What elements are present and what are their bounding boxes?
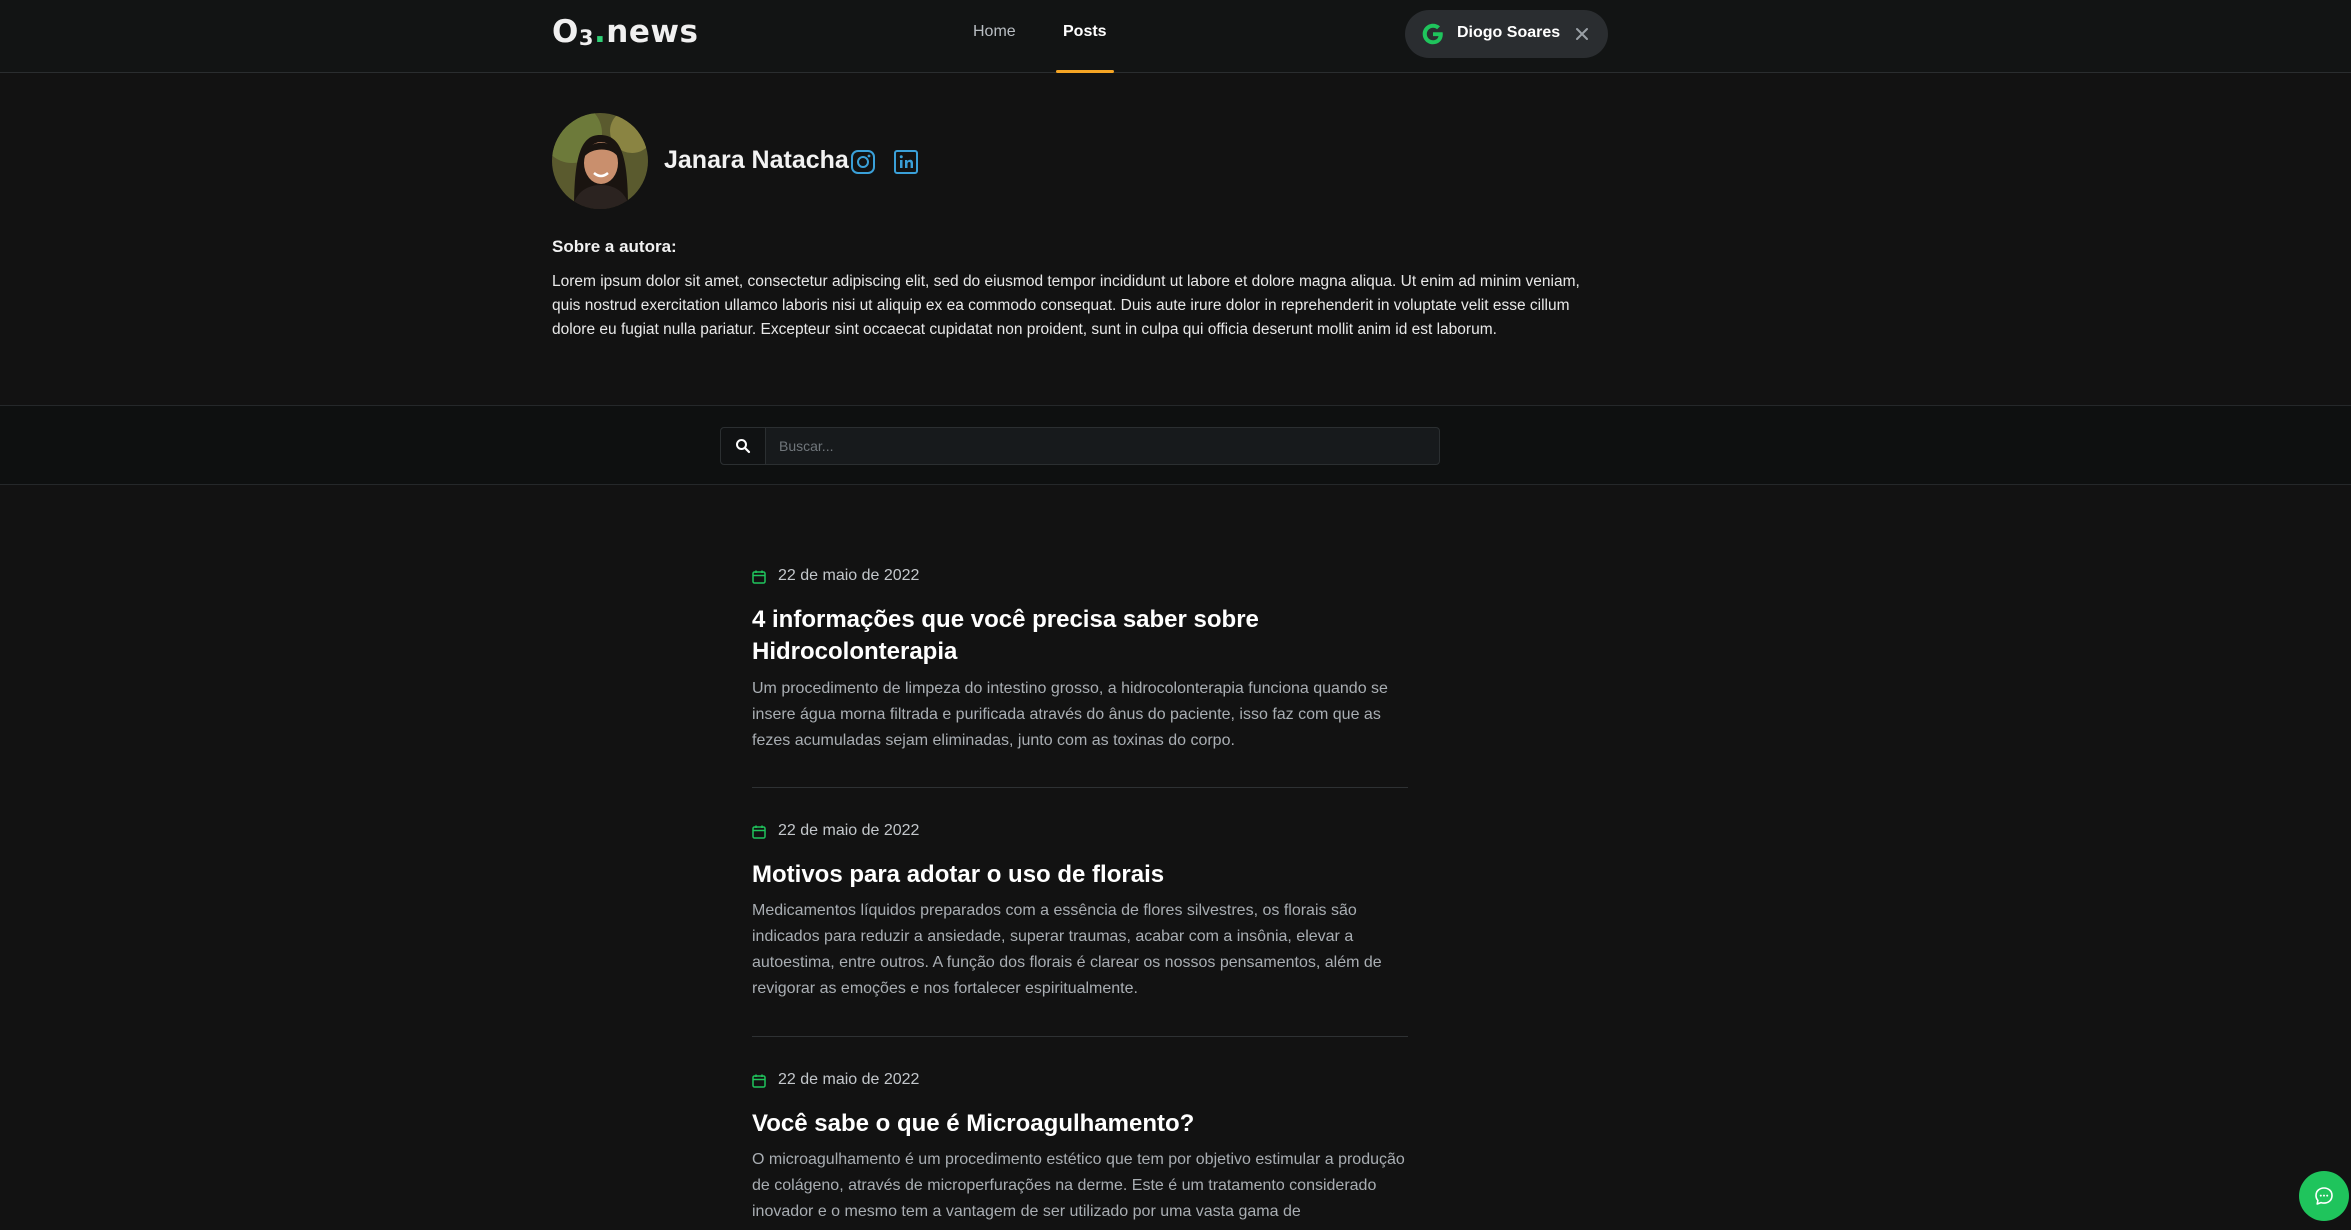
post-date-text: 22 de maio de 2022	[778, 1071, 920, 1088]
chat-button[interactable]	[2299, 1171, 2349, 1221]
search-button[interactable]	[721, 428, 766, 464]
author-avatar	[552, 113, 648, 209]
post-date-text: 22 de maio de 2022	[778, 567, 920, 584]
page: O3.news Home Posts Diogo Soares Janara N…	[0, 0, 2351, 1230]
calendar-icon	[752, 570, 766, 584]
nav-home-link[interactable]: Home	[973, 23, 1016, 41]
post-title[interactable]: 4 informações que você precisa saber sob…	[752, 604, 1408, 668]
chat-icon	[2315, 1187, 2333, 1205]
site-logo[interactable]: O3.news	[552, 14, 698, 50]
active-nav-indicator	[1056, 70, 1114, 73]
author-name: Janara Natacha	[664, 146, 849, 174]
logo-dot: .	[593, 14, 607, 50]
search-input[interactable]	[767, 428, 1439, 464]
google-icon	[1422, 23, 1443, 45]
about-text: Lorem ipsum dolor sit amet, consectetur …	[552, 273, 1580, 338]
logo-text-rest: news	[606, 14, 699, 50]
linkedin-icon[interactable]	[893, 149, 919, 175]
instagram-icon[interactable]	[850, 149, 876, 175]
post-title[interactable]: Motivos para adotar o uso de florais	[752, 859, 1408, 891]
top-navbar: O3.news Home Posts Diogo Soares	[0, 0, 2351, 73]
post-title[interactable]: Você sabe o que é Microagulhamento?	[752, 1108, 1408, 1140]
calendar-icon	[752, 1074, 766, 1088]
nav-posts-link[interactable]: Posts	[1063, 23, 1107, 41]
calendar-icon	[752, 825, 766, 839]
user-name: Diogo Soares	[1457, 24, 1561, 41]
logo-subscript: 3	[578, 26, 594, 50]
user-pill[interactable]: Diogo Soares	[1405, 10, 1608, 58]
post-divider	[752, 1036, 1408, 1037]
post-divider	[752, 787, 1408, 788]
search-icon	[736, 439, 751, 454]
post-date-text: 22 de maio de 2022	[778, 822, 920, 839]
close-icon[interactable]	[1573, 25, 1591, 43]
post-excerpt: Um procedimento de limpeza do intestino …	[752, 680, 1388, 749]
post-excerpt: Medicamentos líquidos preparados com a e…	[752, 902, 1382, 997]
post-excerpt: O microagulhamento é um procedimento est…	[752, 1151, 1405, 1220]
about-title: Sobre a autora:	[552, 237, 677, 256]
search-box	[720, 427, 1440, 465]
logo-text: O	[552, 14, 579, 50]
search-bar-section	[0, 405, 2351, 485]
